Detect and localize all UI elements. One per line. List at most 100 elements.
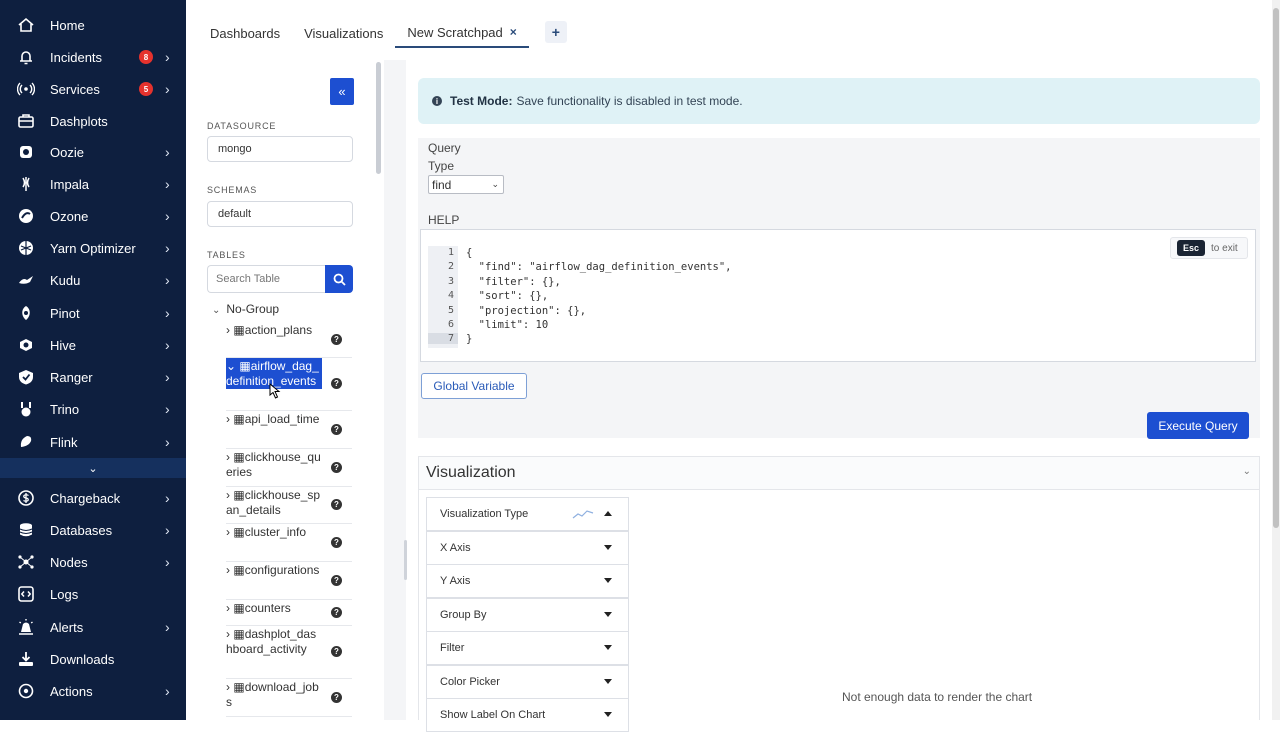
code-line: "limit": 10 — [466, 319, 549, 331]
chevron-down-icon — [604, 611, 612, 617]
chevron-right-icon: › — [165, 369, 170, 385]
nav-item-label: Nodes — [50, 554, 88, 570]
table-name: counters — [244, 601, 291, 615]
visualization-header[interactable]: Visualization ⌄ — [418, 456, 1260, 490]
help-icon[interactable]: ? — [331, 691, 342, 703]
query-type-select[interactable]: find ⌄ — [428, 175, 504, 194]
nav-item-dashplots[interactable]: Dashplots — [0, 105, 186, 137]
viz-option-color-picker[interactable]: Color Picker — [426, 664, 629, 699]
nav-item-yarn-optimizer[interactable]: Yarn Optimizer › — [0, 232, 186, 264]
table-item[interactable]: › ▦cluster_info? — [226, 524, 352, 562]
table-group[interactable]: ⌄ No-Group — [212, 302, 279, 316]
table-item[interactable]: › ▦api_load_time? — [226, 411, 352, 449]
nav-item-label: Home — [50, 17, 85, 33]
nav-item-flink[interactable]: Flink › — [0, 426, 186, 458]
nav-item-oozie[interactable]: Oozie › — [0, 136, 186, 168]
table-item[interactable]: ⌄ ▦airflow_dag_definition_events? — [226, 358, 352, 411]
code-line: "filter": {}, — [466, 275, 561, 288]
viz-option-show-label-on-chart[interactable]: Show Label On Chart — [426, 698, 629, 732]
help-icon[interactable]: ? — [331, 333, 342, 345]
nav-item-actions[interactable]: Actions › — [0, 675, 186, 707]
nav-item-downloads[interactable]: Downloads — [0, 643, 186, 675]
nav-item-home[interactable]: Home — [0, 9, 186, 41]
home-icon — [16, 15, 36, 35]
table-search-input[interactable]: Search Table — [207, 265, 325, 293]
table-item[interactable]: › ▦clickhouse_span_details? — [226, 487, 352, 524]
nav-expand-button[interactable]: ⌄ — [0, 458, 186, 478]
page-scrollbar[interactable] — [1272, 0, 1280, 720]
query-type-value: find — [432, 177, 452, 192]
resize-handle[interactable] — [404, 540, 407, 580]
help-icon[interactable]: ? — [331, 423, 342, 435]
nav-item-alerts[interactable]: Alerts › — [0, 611, 186, 643]
tab-visualizations[interactable]: Visualizations — [292, 18, 395, 48]
chevron-right-icon: › — [165, 554, 170, 570]
impala-icon — [16, 174, 36, 194]
viz-option-visualization-type[interactable]: Visualization Type — [426, 497, 629, 531]
table-grid-icon: ▦ — [233, 601, 245, 615]
table-item[interactable]: › ▦configurations? — [226, 562, 352, 600]
viz-option-filter[interactable]: Filter — [426, 631, 629, 665]
nav-item-chargeback[interactable]: Chargeback › — [0, 482, 186, 514]
collapse-panel-button[interactable]: « — [330, 78, 354, 105]
nav-item-incidents[interactable]: Incidents 8 › — [0, 41, 186, 73]
info-icon: i — [432, 96, 442, 106]
dollar-icon — [16, 488, 36, 508]
global-variable-button[interactable]: Global Variable — [421, 373, 527, 399]
panel-scrollbar[interactable] — [376, 62, 381, 174]
chevron-right-icon: › — [165, 522, 170, 538]
viz-option-group-by[interactable]: Group By — [426, 597, 629, 632]
nav-item-ranger[interactable]: Ranger › — [0, 361, 186, 393]
nav-item-label: Hive — [50, 337, 77, 353]
chevron-right-icon: › — [165, 176, 170, 192]
nav-item-trino[interactable]: Trino › — [0, 393, 186, 425]
help-icon[interactable]: ? — [331, 646, 342, 657]
nav-item-label: Alerts — [50, 619, 84, 635]
nav-item-pinot[interactable]: Pinot › — [0, 297, 186, 329]
esc-hint: Esc to exit — [1170, 237, 1248, 259]
line-number: 5 — [447, 304, 454, 316]
viz-option-x-axis[interactable]: X Axis — [426, 530, 629, 565]
help-label: HELP — [428, 213, 460, 227]
chevron-right-icon: › — [165, 490, 170, 506]
execute-query-button[interactable]: Execute Query — [1147, 412, 1249, 439]
nav-item-ozone[interactable]: Ozone › — [0, 200, 186, 232]
tab-dashboards[interactable]: Dashboards — [198, 18, 292, 48]
table-item[interactable]: › ▦counters? — [226, 600, 352, 626]
nav-item-databases[interactable]: Databases › — [0, 514, 186, 546]
chevron-down-icon: ⌄ — [88, 462, 98, 475]
help-icon[interactable]: ? — [331, 536, 342, 548]
help-icon[interactable]: ? — [331, 461, 342, 473]
yarn-icon — [16, 238, 36, 258]
help-icon[interactable]: ? — [331, 606, 342, 618]
nav-item-label: Flink — [50, 434, 78, 450]
table-item[interactable]: › ▦action_plans? — [226, 322, 352, 358]
nav-item-services[interactable]: Services 5 › — [0, 73, 186, 105]
nav-item-label: Kudu — [50, 272, 81, 288]
search-button[interactable] — [325, 265, 353, 293]
nav-item-label: Services — [50, 81, 100, 97]
table-item[interactable]: › ▦download_jobs? — [226, 679, 352, 717]
datasource-select[interactable]: mongo — [207, 136, 353, 162]
nav-item-nodes[interactable]: Nodes › — [0, 546, 186, 578]
add-tab-button[interactable]: + — [544, 21, 567, 43]
nav-item-logs[interactable]: Logs — [0, 578, 186, 610]
table-item[interactable]: › ▦dashplot_dashboard_activity? — [226, 626, 352, 679]
line-number: 3 — [447, 275, 454, 287]
viz-option-y-axis[interactable]: Y Axis — [426, 564, 629, 598]
help-icon[interactable]: ? — [331, 378, 342, 389]
chevron-right-icon: › — [165, 619, 170, 635]
table-name: configurations — [244, 563, 320, 577]
table-item[interactable]: › ▦clickhouse_queries? — [226, 449, 352, 487]
nav-item-impala[interactable]: Impala › — [0, 168, 186, 200]
nav-item-hive[interactable]: Hive › — [0, 329, 186, 361]
tab-new-scratchpad[interactable]: New Scratchpad × — [395, 18, 529, 48]
close-icon[interactable]: × — [510, 25, 517, 39]
nav-item-kudu[interactable]: Kudu › — [0, 264, 186, 296]
help-icon[interactable]: ? — [331, 499, 342, 510]
banner-title: Test Mode: — [450, 94, 513, 108]
schemas-select[interactable]: default — [207, 201, 353, 227]
count-badge: 8 — [139, 50, 153, 64]
help-icon[interactable]: ? — [331, 574, 342, 586]
nav-item-label: Trino — [50, 401, 80, 417]
